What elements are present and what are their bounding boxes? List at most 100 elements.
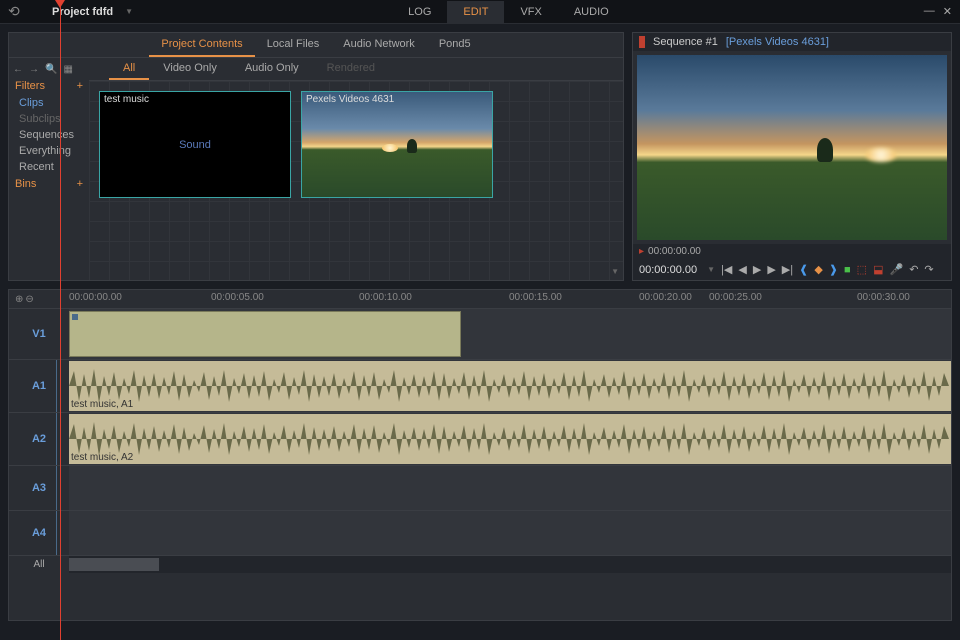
undo-button[interactable]: ↶	[909, 263, 918, 276]
top-bar: ⟲ Project fdfd ▼ LOG EDIT VFX AUDIO — ✕	[0, 0, 960, 24]
waveform-a2	[69, 419, 949, 459]
ruler-tick: 00:00:20.00	[639, 292, 692, 303]
tab-edit[interactable]: EDIT	[447, 1, 504, 23]
main-tabs: LOG EDIT VFX AUDIO	[392, 1, 625, 23]
bins-heading: Bins +	[13, 175, 85, 193]
back-button[interactable]: ⟲	[8, 3, 28, 20]
zoom-in-icon[interactable]: ⊕	[15, 294, 23, 305]
play-button[interactable]: ▶	[753, 263, 761, 276]
grid-view-icon[interactable]: ▦	[63, 64, 72, 75]
clip-thumbnail-audio[interactable]: test music Sound	[99, 91, 291, 198]
step-forward-button[interactable]: ▶	[767, 263, 775, 276]
filter-sequences[interactable]: Sequences	[13, 127, 85, 143]
media-panel: Project Contents Local Files Audio Netwo…	[8, 32, 624, 281]
ruler-tick: 00:00:10.00	[359, 292, 412, 303]
viewer-panel: Sequence #1 [Pexels Videos 4631] ▸ 00:00…	[632, 32, 952, 281]
sound-placeholder: Sound	[179, 139, 211, 151]
playhead-marker-icon: ▸	[639, 246, 644, 257]
timeline-ruler[interactable]: ⊕ ⊖ 00:00:00.00 00:00:05.00 00:00:10.00 …	[9, 290, 951, 308]
zoom-out-icon[interactable]: ⊖	[25, 294, 33, 305]
timeline-scrollbar[interactable]	[69, 556, 951, 573]
filter-subclips[interactable]: Subclips	[13, 111, 85, 127]
tab-pond5[interactable]: Pond5	[427, 33, 483, 57]
mark-out-button[interactable]: ❱	[829, 263, 838, 276]
tab-log[interactable]: LOG	[392, 1, 447, 23]
nav-back-icon[interactable]: ←	[13, 64, 23, 75]
ruler-tick: 00:00:25.00	[709, 292, 762, 303]
ftab-all[interactable]: All	[109, 58, 149, 80]
clip-thumbnail-video[interactable]: Pexels Videos 4631	[301, 91, 493, 198]
track-all: All	[9, 555, 951, 573]
scrollbar-thumb[interactable]	[69, 558, 159, 571]
clip-marker-icon	[72, 314, 78, 320]
voice-over-button[interactable]: 🎤	[889, 263, 903, 276]
track-a3: A3	[9, 465, 951, 510]
audio-clip-label-a1: test music, A1	[71, 399, 133, 410]
tab-project-contents[interactable]: Project Contents	[149, 33, 254, 57]
filter-everything[interactable]: Everything	[13, 143, 85, 159]
waveform-a1	[69, 366, 949, 406]
track-a1: A1 test music, A1	[9, 359, 951, 412]
thumbnail-sun-shape	[382, 144, 398, 152]
ftab-video-only[interactable]: Video Only	[149, 58, 231, 80]
track-a4: A4	[9, 510, 951, 555]
project-title: Project fdfd	[52, 6, 113, 18]
viewer-sun-shape	[866, 148, 896, 162]
overwrite-button[interactable]: ⬚	[857, 263, 867, 276]
video-viewer[interactable]	[637, 55, 947, 240]
thumb-label: test music	[104, 94, 149, 105]
track-body-a3[interactable]	[69, 466, 951, 510]
filter-recent[interactable]: Recent	[13, 159, 85, 175]
thumbs-dropdown-icon[interactable]: ▼	[611, 267, 619, 276]
mark-in-button[interactable]: ❰	[799, 263, 808, 276]
track-body-a1[interactable]: test music, A1	[69, 360, 951, 412]
filter-clips[interactable]: Clips	[13, 95, 85, 111]
ruler-tick: 00:00:15.00	[509, 292, 562, 303]
add-bin-icon[interactable]: +	[77, 178, 83, 190]
ruler-tick: 00:00:30.00	[857, 292, 910, 303]
ftab-rendered[interactable]: Rendered	[313, 58, 389, 80]
tab-vfx[interactable]: VFX	[504, 1, 557, 23]
step-back-button[interactable]: ◀	[738, 263, 746, 276]
track-body-v1[interactable]: Pexels Videos 4631	[69, 309, 951, 359]
goto-start-button[interactable]: |◀	[721, 263, 732, 276]
main-timecode: 00:00:00.00	[639, 264, 697, 276]
audio-clip-a2[interactable]: test music, A2	[69, 414, 951, 464]
tab-local-files[interactable]: Local Files	[255, 33, 332, 57]
transport-controls: 00:00:00.00 ▼ |◀ ◀ ▶ ▶ ▶| ❰ ◆ ❱ ■ ⬚ ⬓ 🎤 …	[633, 259, 951, 280]
timecode-bar: ▸ 00:00:00.00	[633, 244, 951, 259]
minimize-icon[interactable]: —	[924, 5, 935, 18]
audio-clip-label-a2: test music, A2	[71, 452, 133, 463]
goto-end-button[interactable]: ▶|	[782, 263, 793, 276]
timeline-playhead[interactable]	[60, 0, 61, 640]
media-sidebar: ← → 🔍 ▦ Filters + Clips Subclips Sequenc…	[9, 58, 89, 280]
close-icon[interactable]: ✕	[943, 5, 952, 18]
tab-audio-network[interactable]: Audio Network	[331, 33, 427, 57]
filters-heading: Filters +	[13, 77, 85, 95]
add-filter-icon[interactable]: +	[77, 80, 83, 92]
media-source-tabs: Project Contents Local Files Audio Netwo…	[9, 33, 623, 58]
redo-button[interactable]: ↷	[924, 263, 933, 276]
video-clip[interactable]	[69, 311, 461, 357]
bins-label: Bins	[15, 178, 36, 190]
mark-clip-button[interactable]: ◆	[814, 263, 822, 276]
insert-button[interactable]: ■	[844, 264, 851, 276]
type-filter-tabs: All Video Only Audio Only Rendered	[89, 58, 623, 81]
track-body-a4[interactable]	[69, 511, 951, 555]
replace-button[interactable]: ⬓	[873, 263, 883, 276]
tab-audio[interactable]: AUDIO	[558, 1, 625, 23]
sequence-marker-icon	[639, 36, 645, 48]
audio-clip-a1[interactable]: test music, A1	[69, 361, 951, 411]
timecode-dropdown-icon[interactable]: ▼	[707, 265, 715, 274]
sequence-name: Sequence #1	[653, 36, 718, 48]
viewer-timecode: 00:00:00.00	[648, 246, 701, 257]
search-icon[interactable]: 🔍	[45, 64, 57, 75]
filters-label: Filters	[15, 80, 45, 92]
track-body-a2[interactable]: test music, A2	[69, 413, 951, 465]
nav-fwd-icon[interactable]: →	[29, 64, 39, 75]
track-a2: A2 test music, A2	[9, 412, 951, 465]
project-dropdown-icon[interactable]: ▼	[125, 7, 133, 16]
sequence-header: Sequence #1 [Pexels Videos 4631]	[633, 33, 951, 51]
thumbnail-tree-shape	[407, 139, 417, 153]
ftab-audio-only[interactable]: Audio Only	[231, 58, 313, 80]
